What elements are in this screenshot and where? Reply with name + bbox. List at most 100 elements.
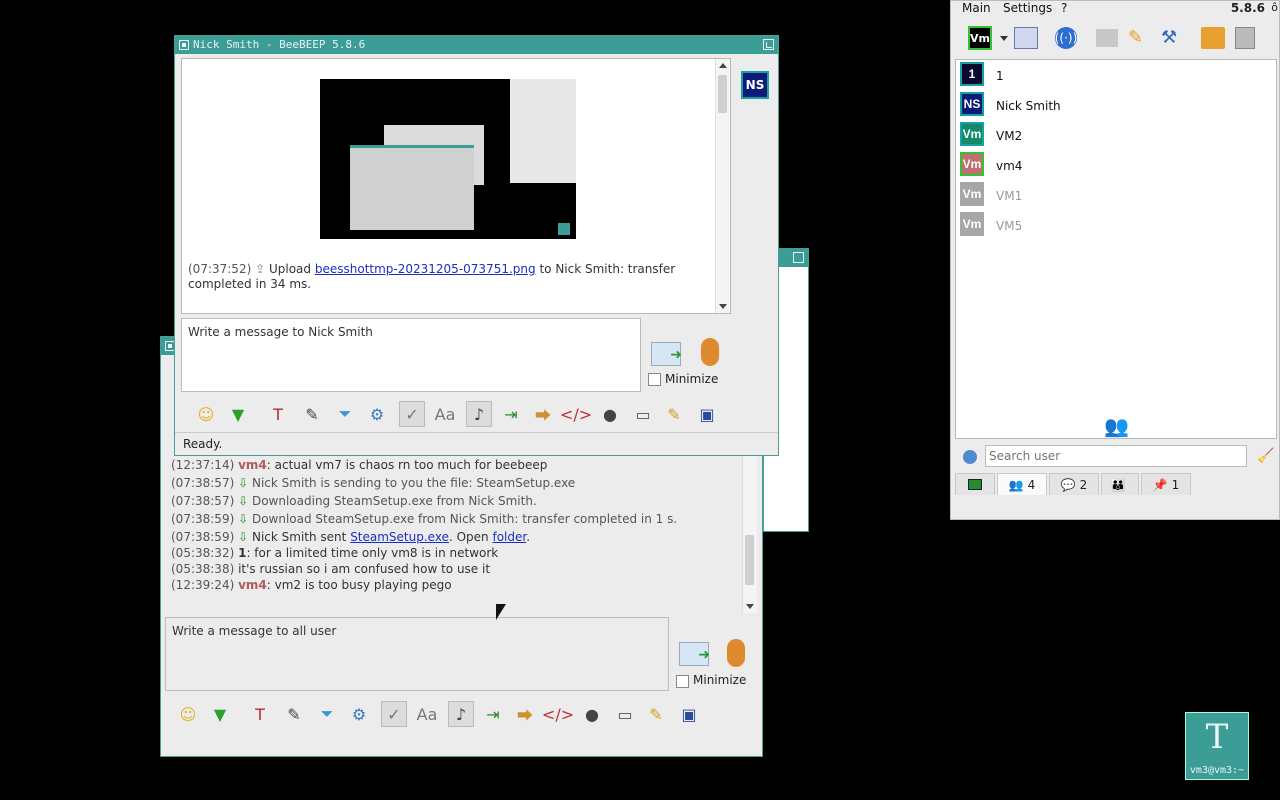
vcard-icon[interactable] [1014,27,1038,49]
emoji-icon[interactable]: ☺ [175,701,201,727]
private-chat-window: Nick Smith - BeeBEEP 5.8.6 (07:37:52) ⇪ … [174,35,779,456]
status-dropdown-icon[interactable] [1000,36,1008,41]
tab-groups[interactable]: 👪 [1101,473,1139,495]
dictionary-icon[interactable]: Aa [414,701,440,727]
menu-main[interactable]: Main [962,1,991,15]
chat-message: (12:37:14) vm4: actual vm7 is chaos rn t… [171,458,547,472]
group-chat-scrollbar[interactable] [742,451,757,613]
menu-help[interactable]: ? [1061,1,1067,15]
screenshot-icon[interactable]: ▭ [630,401,656,427]
scroll-down-icon[interactable] [746,604,754,609]
settings-icon[interactable]: ⚙ [364,401,390,427]
settings-icon[interactable]: ⚙ [346,701,372,727]
share-folder-icon[interactable] [1201,27,1225,49]
dictionary-icon[interactable]: Aa [432,401,458,427]
record-icon[interactable]: ● [579,701,605,727]
search-user-input[interactable] [985,445,1247,467]
clear-search-icon[interactable]: 🧹 [1257,448,1274,464]
music-icon[interactable]: ♪ [466,401,492,427]
message-text: : actual vm7 is chaos rn too much for be… [266,458,548,472]
message-text: Nick Smith is sending to you the file: S… [251,476,576,490]
file-link[interactable]: SteamSetup.exe [350,530,449,544]
avatar: Vm [960,152,984,176]
color-icon[interactable]: ✎ [281,701,307,727]
spellcheck-icon[interactable]: ✓ [381,701,407,727]
upload-message-cont: completed in 34 ms. [188,277,312,291]
minimize-checkbox[interactable] [676,675,689,688]
notes-icon[interactable]: ✎ [661,401,687,427]
filter-icon[interactable]: ⏷ [332,401,358,427]
screenshot-thumbnail[interactable] [320,79,576,239]
minimize-checkbox[interactable] [648,373,661,386]
message-text: : vm2 is too busy playing pego [266,578,452,592]
edit-icon[interactable]: ✎ [1128,27,1150,49]
send-icon[interactable]: ➜ [651,342,682,366]
user-row[interactable]: Vm VM5 [960,212,1280,240]
scroll-up-icon[interactable] [719,63,727,68]
scroll-thumb[interactable] [718,75,727,113]
file-icon: ⇩ [238,494,252,508]
avatar-initials: Vm [962,217,982,231]
tab-chats[interactable]: 💬 2 [1049,473,1099,495]
user-row[interactable]: Vm VM2 [960,122,1280,150]
arrow-down-icon[interactable]: ▼ [207,701,233,727]
record-icon[interactable]: ● [597,401,623,427]
user-row[interactable]: 11 [960,62,1280,90]
save-icon[interactable]: ▣ [676,701,702,727]
private-chat-scrollbar[interactable] [715,59,730,313]
microphone-icon[interactable] [701,338,719,366]
menu-settings[interactable]: Settings [1003,1,1052,15]
maximize-icon[interactable] [793,252,804,263]
window-icon [179,40,189,50]
spellcheck-icon[interactable]: ✓ [399,401,425,427]
color-icon[interactable]: ✎ [299,401,325,427]
file-icon: ⇩ [238,530,252,544]
file-link[interactable]: beesshottmp-20231205-073751.png [315,262,536,276]
tab-home[interactable] [955,473,995,495]
bottom-tabs: 👥 4 💬 2 👪 📌 1 [955,473,1277,495]
maximize-icon[interactable] [763,39,774,50]
user-row[interactable]: Vm VM1 [960,182,1280,210]
microphone-icon[interactable] [727,639,745,667]
tab-files[interactable]: 📌 1 [1141,473,1191,495]
font-icon[interactable]: T [247,701,273,727]
search-options-icon[interactable] [963,450,977,464]
scroll-thumb[interactable] [745,535,754,585]
send-icon[interactable]: ➜ [679,642,710,666]
terminal-desktop-icon[interactable]: T vm3@vm3:~ [1185,712,1249,780]
font-icon[interactable]: T [265,401,291,427]
code-icon[interactable]: </> [542,701,574,727]
network-icon[interactable]: ((·)) [1055,27,1077,49]
music-icon[interactable]: ♪ [448,701,474,727]
group-compose-input[interactable]: Write a message to all user [165,617,669,691]
export-icon[interactable]: ⇥ [480,701,506,727]
status-avatar[interactable]: Vm [968,26,992,50]
chats-tab-icon: 💬 [1060,477,1076,492]
timestamp: (12:37:14) [171,458,235,472]
user-name: Nick Smith [996,99,1061,113]
plugins-icon[interactable]: ⚒ [1161,27,1183,49]
folder-link[interactable]: folder [492,530,526,544]
mail-icon[interactable] [1096,29,1118,47]
tab-users[interactable]: 👥 4 [997,473,1047,495]
export-icon[interactable]: ⇥ [498,401,524,427]
trash-icon[interactable] [1235,27,1255,49]
scroll-down-icon[interactable] [719,304,727,309]
chat-message: (05:38:38) it's russian so i am confused… [171,562,490,576]
notes-icon[interactable]: ✎ [643,701,669,727]
filter-icon[interactable]: ⏷ [314,701,340,727]
arrow-down-icon[interactable]: ▼ [225,401,251,427]
screenshot-icon[interactable]: ▭ [612,701,638,727]
user-row[interactable]: Vm vm4 [960,152,1280,180]
emoji-icon[interactable]: ☺ [193,401,219,427]
timestamp: (07:38:57) [171,476,235,490]
private-compose-input[interactable]: Write a message to Nick Smith [181,318,641,392]
folder-icon[interactable]: ⮕ [530,401,556,427]
user-row[interactable]: NS Nick Smith [960,92,1280,120]
message-text: it's russian so i am confused how to use… [238,562,491,576]
code-icon[interactable]: </> [560,401,592,427]
message-text: : for a limited time only vm8 is in netw… [246,546,499,560]
folder-icon[interactable]: ⮕ [512,701,538,727]
tab-files-count: 1 [1171,477,1180,492]
save-icon[interactable]: ▣ [694,401,720,427]
